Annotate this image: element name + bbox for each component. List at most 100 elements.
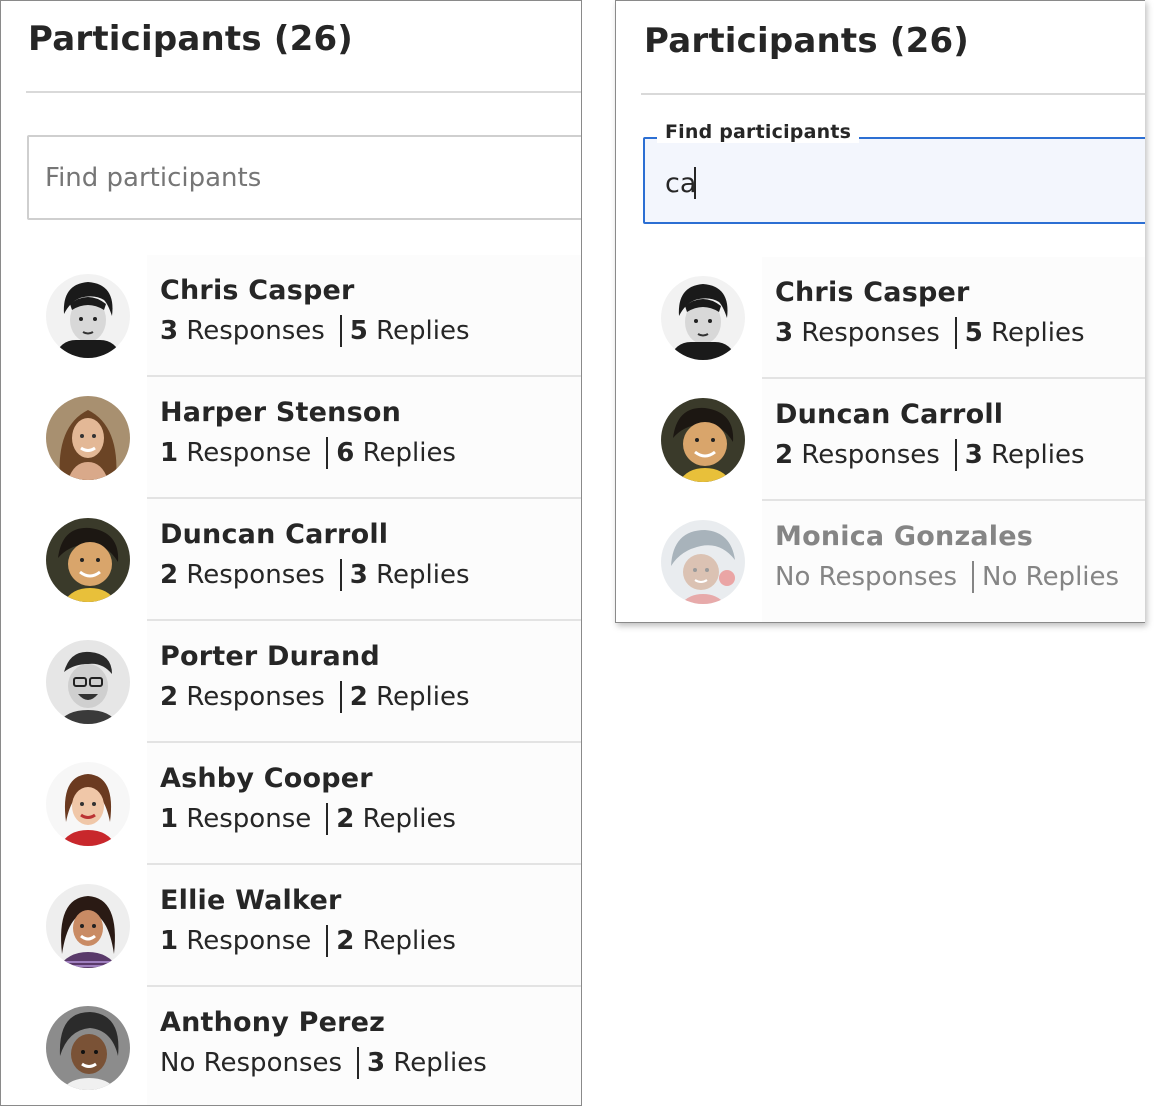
list-item[interactable]: Chris Casper 3 Responses 5 Replies — [1, 255, 581, 377]
replies-count: 5 — [349, 316, 368, 346]
participant-list: Chris Casper 3 Responses 5 Replies Dunca… — [616, 257, 1145, 622]
participant-name[interactable]: Monica Gonzales — [775, 521, 1033, 552]
participant-stats: 2 Responses 3 Replies — [160, 559, 470, 591]
stats-divider — [357, 1047, 360, 1079]
list-item[interactable]: Duncan Carroll 2 Responses 3 Replies — [1, 499, 581, 621]
panel-title: Participants (26) — [644, 21, 970, 61]
participant-name[interactable]: Ellie Walker — [160, 885, 341, 916]
list-item[interactable]: Ellie Walker 1 Response 2 Replies — [1, 865, 581, 987]
avatar — [46, 640, 130, 724]
participant-name[interactable]: Duncan Carroll — [775, 399, 1003, 430]
replies-label: Replies — [991, 318, 1085, 348]
avatar — [46, 518, 130, 602]
participant-stats: No Responses No Replies — [775, 561, 1119, 593]
participant-stats: 3 Responses 5 Replies — [160, 315, 470, 347]
responses-label: No Responses — [160, 1048, 343, 1078]
list-item[interactable]: Anthony Perez No Responses 3 Replies — [1, 987, 581, 1105]
responses-count: 2 — [775, 440, 794, 470]
text-cursor — [694, 167, 696, 199]
responses-count: 1 — [160, 926, 179, 956]
responses-count: 1 — [160, 804, 179, 834]
list-item[interactable]: Harper Stenson 1 Response 6 Replies — [1, 377, 581, 499]
avatar — [661, 520, 745, 604]
participant-stats: 1 Response 6 Replies — [160, 437, 456, 469]
list-item[interactable]: Monica Gonzales No Responses No Replies — [616, 501, 1145, 622]
title-divider — [26, 91, 581, 93]
replies-count: 3 — [367, 1048, 386, 1078]
participants-panel: Participants (26) Chris Casper 3 Respons… — [0, 0, 582, 1106]
stats-divider — [326, 803, 329, 835]
responses-label: Responses — [186, 560, 325, 590]
avatar — [46, 274, 130, 358]
stats-divider — [954, 317, 957, 349]
participant-stats: 1 Response 2 Replies — [160, 925, 456, 957]
replies-count: 2 — [336, 926, 355, 956]
participant-name[interactable]: Ashby Cooper — [160, 763, 373, 794]
panel-title: Participants (26) — [28, 19, 354, 59]
replies-label: Replies — [991, 440, 1085, 470]
replies-label: Replies — [362, 438, 456, 468]
participant-list: Chris Casper 3 Responses 5 Replies Harpe… — [1, 255, 581, 1105]
replies-label: Replies — [376, 682, 470, 712]
avatar — [661, 398, 745, 482]
participant-name[interactable]: Chris Casper — [160, 275, 355, 306]
participant-name[interactable]: Duncan Carroll — [160, 519, 388, 550]
search-field[interactable]: Find participants — [643, 121, 1145, 224]
search-label: Find participants — [657, 121, 860, 143]
participant-stats: 2 Responses 2 Replies — [160, 681, 470, 713]
responses-label: Response — [186, 926, 312, 956]
list-item[interactable]: Porter Durand 2 Responses 2 Replies — [1, 621, 581, 743]
participant-name[interactable]: Anthony Perez — [160, 1007, 385, 1038]
participant-name[interactable]: Chris Casper — [775, 277, 970, 308]
search-input[interactable] — [29, 137, 581, 218]
responses-label: Responses — [186, 682, 325, 712]
avatar — [661, 276, 745, 360]
responses-label: Responses — [801, 440, 940, 470]
replies-label: Replies — [362, 926, 456, 956]
search-field[interactable] — [27, 135, 581, 220]
stats-divider — [326, 437, 329, 469]
participants-panel-filtered: Participants (26) Find participants Chri… — [615, 0, 1145, 623]
replies-count: 2 — [336, 804, 355, 834]
replies-label: Replies — [376, 560, 470, 590]
stats-divider — [972, 561, 975, 593]
replies-count: 2 — [349, 682, 368, 712]
participant-stats: 1 Response 2 Replies — [160, 803, 456, 835]
stats-divider — [339, 315, 342, 347]
responses-label: Response — [186, 438, 312, 468]
responses-label: No Responses — [775, 562, 958, 592]
replies-count: 6 — [336, 438, 355, 468]
responses-count: 2 — [160, 560, 179, 590]
replies-count: 3 — [349, 560, 368, 590]
stats-divider — [954, 439, 957, 471]
responses-label: Responses — [186, 316, 325, 346]
avatar — [46, 396, 130, 480]
replies-label: No Replies — [982, 562, 1120, 592]
replies-label: Replies — [393, 1048, 487, 1078]
list-item[interactable]: Chris Casper 3 Responses 5 Replies — [616, 257, 1145, 379]
replies-label: Replies — [376, 316, 470, 346]
replies-count: 3 — [964, 440, 983, 470]
list-item[interactable]: Ashby Cooper 1 Response 2 Replies — [1, 743, 581, 865]
responses-count: 3 — [160, 316, 179, 346]
participant-name[interactable]: Porter Durand — [160, 641, 380, 672]
stats-divider — [339, 559, 342, 591]
responses-count: 3 — [775, 318, 794, 348]
participant-stats: No Responses 3 Replies — [160, 1047, 487, 1079]
avatar — [46, 762, 130, 846]
list-item[interactable]: Duncan Carroll 2 Responses 3 Replies — [616, 379, 1145, 501]
stats-divider — [339, 681, 342, 713]
participant-name[interactable]: Harper Stenson — [160, 397, 401, 428]
participant-stats: 3 Responses 5 Replies — [775, 317, 1085, 349]
avatar — [46, 1006, 130, 1090]
responses-count: 1 — [160, 438, 179, 468]
responses-label: Response — [186, 804, 312, 834]
title-divider — [641, 93, 1145, 95]
replies-label: Replies — [362, 804, 456, 834]
stats-divider — [326, 925, 329, 957]
responses-label: Responses — [801, 318, 940, 348]
replies-count: 5 — [964, 318, 983, 348]
participant-stats: 2 Responses 3 Replies — [775, 439, 1085, 471]
search-input[interactable] — [645, 153, 1145, 213]
avatar — [46, 884, 130, 968]
